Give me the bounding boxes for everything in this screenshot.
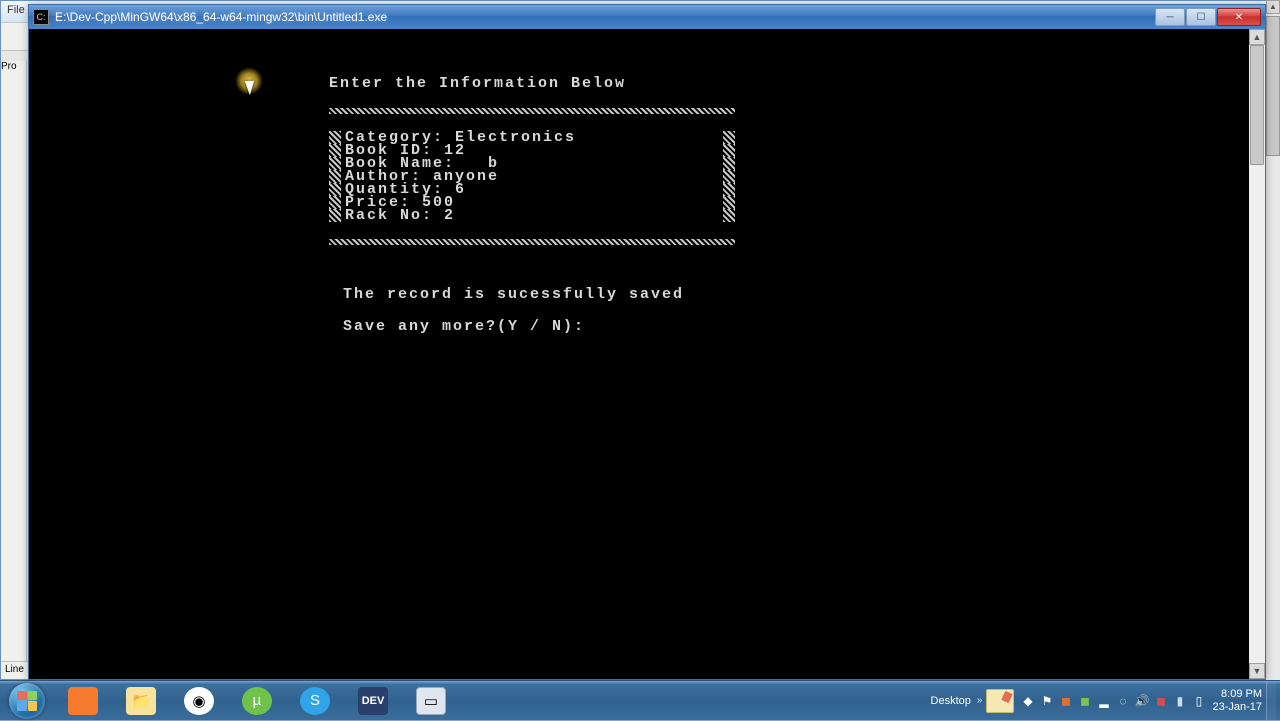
titlebar[interactable]: C: E:\Dev-Cpp\MinGW64\x86_64-w64-mingw32… xyxy=(29,5,1265,29)
minimize-button[interactable]: ─ xyxy=(1155,8,1185,26)
value-rack-no: 2 xyxy=(444,207,455,224)
box-border-bottom xyxy=(329,239,735,245)
scroll-track[interactable] xyxy=(1249,45,1265,663)
scroll-up-arrow-icon[interactable]: ▲ xyxy=(1249,29,1265,45)
save-more-prompt[interactable]: Save any more?(Y / N): xyxy=(343,318,585,335)
taskbar-file-explorer[interactable]: 📁 xyxy=(113,682,169,720)
console-body[interactable]: Enter the Information Below Category: El… xyxy=(29,29,1265,679)
skype-icon: S xyxy=(300,687,330,715)
scroll-thumb[interactable] xyxy=(1266,16,1280,156)
console-scrollbar[interactable]: ▲ ▼ xyxy=(1249,29,1265,679)
ide-side-panel: Pro xyxy=(1,61,27,661)
scroll-up-icon[interactable]: ▲ xyxy=(1266,0,1280,14)
utorrent-icon: µ xyxy=(242,687,272,715)
show-desktop-button[interactable] xyxy=(1266,682,1276,720)
close-button[interactable]: ✕ xyxy=(1217,8,1261,26)
ide-status-text: Line xyxy=(5,664,24,675)
label-rack-no: Rack No: xyxy=(345,207,433,224)
folder-icon: 📁 xyxy=(126,687,156,715)
console-window: C: E:\Dev-Cpp\MinGW64\x86_64-w64-mingw32… xyxy=(28,4,1266,680)
clock-time: 8:09 PM xyxy=(1212,688,1262,701)
taskbar-chrome[interactable]: ◉ xyxy=(171,682,227,720)
windows-logo-icon xyxy=(9,683,45,719)
tray-flag-icon[interactable]: ⚑ xyxy=(1039,693,1054,708)
start-button[interactable] xyxy=(0,681,54,721)
toolbar-expand-icon[interactable]: » xyxy=(977,695,983,706)
tray-icon-4[interactable]: ◼ xyxy=(1077,693,1092,708)
ide-menu-file[interactable]: File xyxy=(7,4,25,16)
success-message: The record is sucessfully saved xyxy=(329,287,735,302)
tray-icons-group: ◆ ⚑ ◼ ◼ ▂ ◌ 🔊 ◼ ▮ ▯ xyxy=(1020,693,1206,708)
system-tray: Desktop » ◆ ⚑ ◼ ◼ ▂ ◌ 🔊 ◼ ▮ ▯ 8:09 PM 23… xyxy=(931,681,1280,720)
clock-date: 23-Jan-17 xyxy=(1212,701,1262,714)
form-header: Enter the Information Below xyxy=(329,76,735,91)
tray-icon-3[interactable]: ◼ xyxy=(1058,693,1073,708)
toolbar-desktop-label[interactable]: Desktop xyxy=(931,695,971,707)
taskbar-utorrent[interactable]: µ xyxy=(229,682,285,720)
taskbar-skype[interactable]: S xyxy=(287,682,343,720)
sticky-notes-icon[interactable] xyxy=(986,689,1014,713)
tray-icon-6[interactable]: ◌ xyxy=(1115,693,1130,708)
tray-volume-icon[interactable]: 🔊 xyxy=(1134,693,1149,708)
form-box: Category: Electronics Book ID: 12 Book N… xyxy=(329,131,735,222)
tray-icon-8[interactable]: ◼ xyxy=(1153,693,1168,708)
maximize-button[interactable]: ☐ xyxy=(1186,8,1216,26)
ide-panel-label: Pro xyxy=(1,61,17,72)
tray-wifi-icon[interactable]: ▮ xyxy=(1172,693,1187,708)
box-border-top xyxy=(329,108,735,114)
app-icon-orange xyxy=(68,687,98,715)
app-icon: C: xyxy=(33,9,49,25)
taskbar-app-1[interactable] xyxy=(55,682,111,720)
taskbar-devcpp[interactable]: DEV xyxy=(345,682,401,720)
ide-right-scrollbar[interactable]: ▲ xyxy=(1266,0,1280,680)
scroll-thumb[interactable] xyxy=(1250,45,1264,165)
tray-icon-1[interactable]: ◆ xyxy=(1020,693,1035,708)
clock[interactable]: 8:09 PM 23-Jan-17 xyxy=(1212,688,1262,714)
window-buttons: ─ ☐ ✕ xyxy=(1154,8,1261,26)
chrome-icon: ◉ xyxy=(184,687,214,715)
console-icon: ▭ xyxy=(416,687,446,715)
tray-network-icon[interactable]: ▂ xyxy=(1096,693,1111,708)
devcpp-icon: DEV xyxy=(358,687,388,715)
taskbar[interactable]: 📁 ◉ µ S DEV ▭ Desktop » ◆ ⚑ ◼ ◼ ▂ ◌ 🔊 ◼ … xyxy=(0,680,1280,720)
window-title: E:\Dev-Cpp\MinGW64\x86_64-w64-mingw32\bi… xyxy=(55,10,1154,24)
tray-battery-icon[interactable]: ▯ xyxy=(1191,693,1206,708)
scroll-down-arrow-icon[interactable]: ▼ xyxy=(1249,663,1265,679)
taskbar-console[interactable]: ▭ xyxy=(403,682,459,720)
console-output: Enter the Information Below Category: El… xyxy=(29,29,735,368)
